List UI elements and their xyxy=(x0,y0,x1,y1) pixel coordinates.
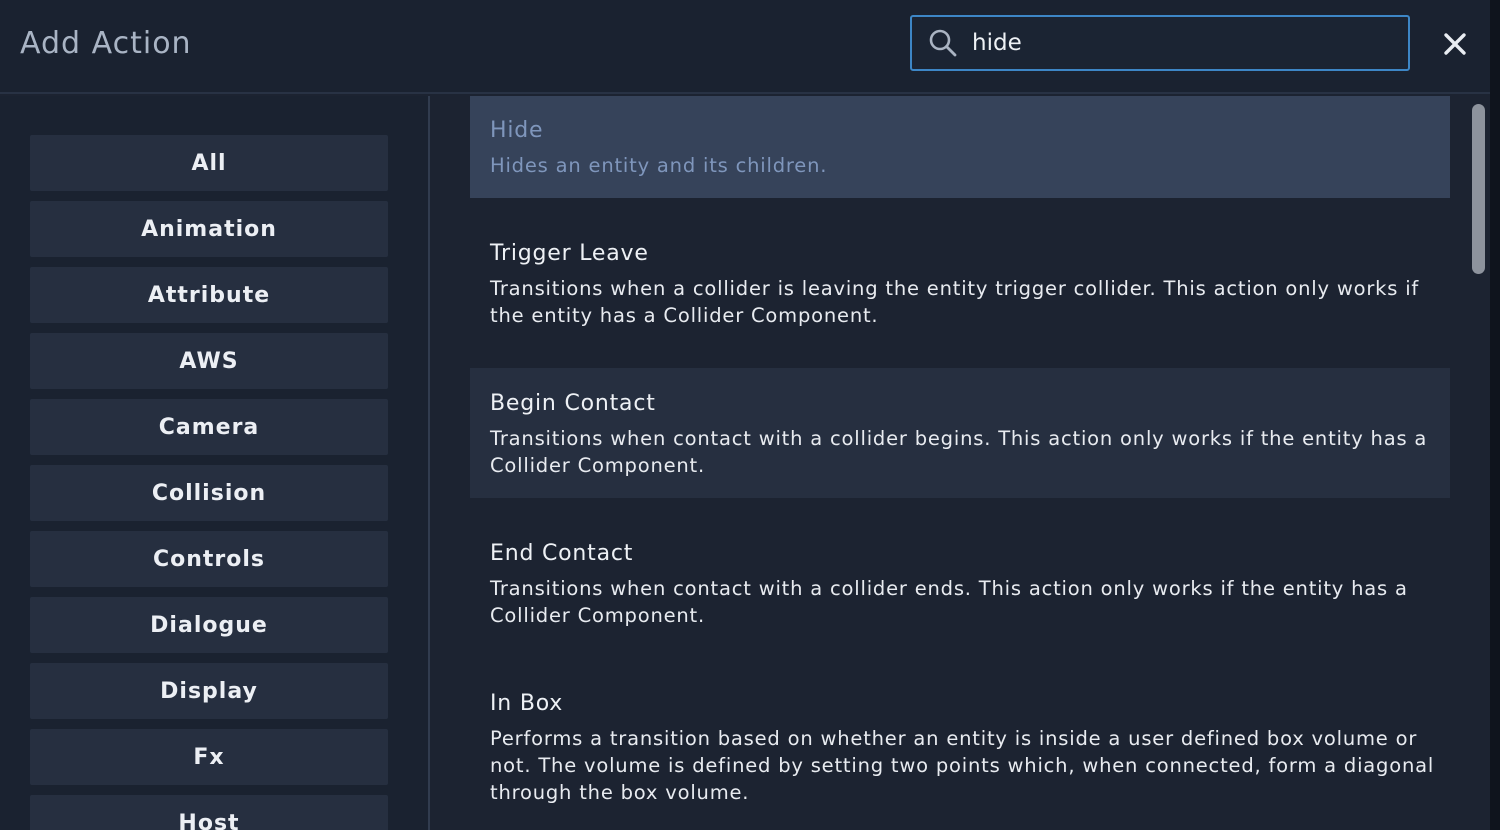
category-button-animation[interactable]: Animation xyxy=(30,201,388,257)
action-description: Transitions when a collider is leaving t… xyxy=(490,277,1420,327)
panel-divider xyxy=(428,96,430,830)
search-input[interactable] xyxy=(972,25,1392,61)
window-edge xyxy=(1490,0,1500,830)
category-button-attribute[interactable]: Attribute xyxy=(30,267,388,323)
search-field[interactable] xyxy=(910,15,1410,71)
action-description: Performs a transition based on whether a… xyxy=(490,727,1435,804)
action-item-begin-contact[interactable]: Begin Contact Transitions when contact w… xyxy=(470,368,1450,498)
category-button-fx[interactable]: Fx xyxy=(30,729,388,785)
search-icon xyxy=(929,29,957,57)
action-title: In Box xyxy=(490,691,564,716)
dialog-header: Add Action xyxy=(0,0,1490,94)
action-description: Transitions when contact with a collider… xyxy=(490,577,1408,627)
action-item-in-box[interactable]: In Box Performs a transition based on wh… xyxy=(470,668,1450,830)
action-item-trigger-leave[interactable]: Trigger Leave Transitions when a collide… xyxy=(470,220,1450,350)
action-description: Transitions when contact with a collider… xyxy=(490,427,1428,477)
category-button-camera[interactable]: Camera xyxy=(30,399,388,455)
category-button-collision[interactable]: Collision xyxy=(30,465,388,521)
action-item-end-contact[interactable]: End Contact Transitions when contact wit… xyxy=(470,518,1450,648)
category-sidebar: All Animation Attribute AWS Camera Colli… xyxy=(0,96,428,830)
action-description: Hides an entity and its children. xyxy=(490,154,828,177)
action-title: End Contact xyxy=(490,541,634,566)
action-title: Trigger Leave xyxy=(490,241,649,266)
list-scrollbar[interactable] xyxy=(1472,104,1485,274)
dialog-title: Add Action xyxy=(20,26,192,61)
category-button-host[interactable]: Host xyxy=(30,795,388,830)
action-item-hide[interactable]: Hide Hides an entity and its children. xyxy=(470,96,1450,198)
category-button-dialogue[interactable]: Dialogue xyxy=(30,597,388,653)
action-title: Hide xyxy=(490,118,544,143)
category-button-aws[interactable]: AWS xyxy=(30,333,388,389)
category-button-controls[interactable]: Controls xyxy=(30,531,388,587)
category-button-all[interactable]: All xyxy=(30,135,388,191)
category-button-display[interactable]: Display xyxy=(30,663,388,719)
action-title: Begin Contact xyxy=(490,391,656,416)
close-icon[interactable] xyxy=(1438,27,1472,61)
action-list: Hide Hides an entity and its children. T… xyxy=(470,96,1450,830)
